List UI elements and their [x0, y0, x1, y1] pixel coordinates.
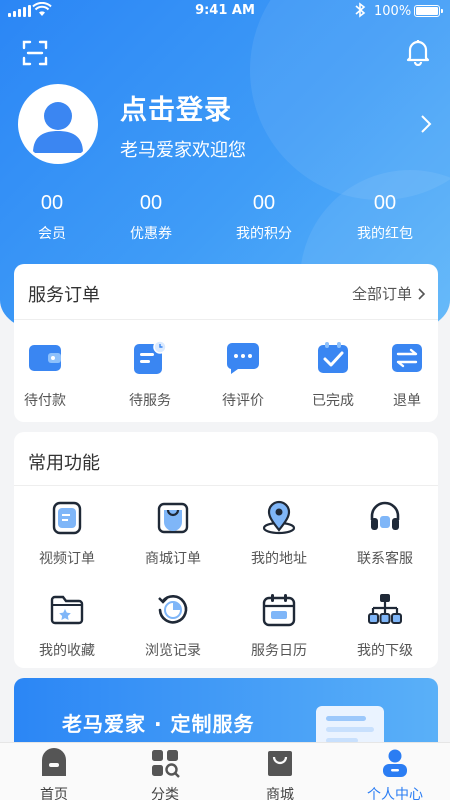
org-chart-icon — [368, 594, 402, 624]
order-completed[interactable]: 已完成 — [291, 340, 375, 410]
login-title[interactable]: 点击登录 — [120, 88, 232, 127]
stat-value: 00 — [139, 192, 163, 214]
avatar-placeholder-icon — [33, 102, 83, 153]
stat-points[interactable]: 00 我的积分 — [219, 192, 309, 243]
history-icon — [158, 595, 188, 624]
mall-order-icon — [157, 502, 189, 534]
home-icon — [42, 748, 66, 776]
tab-category[interactable]: 分类 — [109, 743, 221, 800]
bottom-tab-bar: 首页 分类 商城 个人中心 — [0, 742, 450, 800]
stat-label: 我的红包 — [357, 226, 413, 242]
func-label: 视频订单 — [39, 551, 95, 567]
all-orders-label: 全部订单 — [351, 285, 412, 303]
category-icon — [152, 750, 180, 778]
chevron-right-icon — [418, 287, 426, 300]
service-orders-header: 服务订单 全部订单 — [14, 264, 438, 320]
user-icon — [383, 749, 407, 777]
avatar[interactable] — [18, 84, 98, 164]
stat-red-packet[interactable]: 00 我的红包 — [340, 192, 430, 243]
func-label: 我的收藏 — [39, 643, 95, 659]
func-my-subordinates[interactable]: 我的下级 — [332, 592, 438, 660]
scan-icon[interactable] — [22, 40, 48, 66]
order-item-label: 待评价 — [222, 393, 264, 409]
service-orders-card: 服务订单 全部订单 待付款 待服务 待评价 已完成 退单 — [14, 264, 438, 422]
func-label: 我的下级 — [357, 643, 413, 659]
stat-coupon[interactable]: 00 优惠券 — [106, 192, 196, 243]
stat-value: 00 — [40, 192, 64, 214]
func-label: 浏览记录 — [145, 643, 201, 659]
func-label: 服务日历 — [251, 643, 307, 659]
func-service-calendar[interactable]: 服务日历 — [226, 592, 332, 660]
order-pending-service[interactable]: 待服务 — [108, 340, 192, 410]
tab-home[interactable]: 首页 — [0, 743, 110, 800]
check-icon — [318, 342, 348, 373]
welcome-text: 老马爱家欢迎您 — [120, 140, 246, 161]
tab-shop[interactable]: 商城 — [224, 743, 336, 800]
tab-label: 首页 — [40, 787, 68, 800]
common-functions-card: 常用功能 视频订单 商城订单 我的地址 联系客服 我的收藏 浏览记录 服务日历 … — [14, 432, 438, 668]
all-orders-link[interactable]: 全部订单 — [352, 283, 426, 304]
stats-row: 00 会员 00 优惠券 00 我的积分 00 我的红包 — [0, 192, 450, 252]
banner-text: 老马爱家 · 定制服务 — [62, 712, 255, 736]
common-functions-header: 常用功能 — [14, 432, 438, 486]
battery-percent: 100% — [374, 4, 412, 19]
battery-icon — [414, 5, 443, 17]
stat-value: 00 — [373, 192, 397, 214]
order-pending-payment[interactable]: 待付款 — [3, 340, 87, 410]
order-item-label: 退单 — [393, 393, 421, 409]
func-label: 我的地址 — [251, 551, 307, 567]
tab-personal-center[interactable]: 个人中心 — [339, 743, 450, 800]
order-item-label: 待服务 — [129, 393, 171, 409]
func-label: 商城订单 — [145, 551, 201, 567]
order-item-label: 待付款 — [24, 393, 66, 409]
shop-bag-icon — [268, 751, 292, 776]
tab-label: 商城 — [266, 787, 294, 800]
bluetooth-icon — [355, 2, 366, 18]
clock-doc-icon — [134, 340, 167, 374]
order-refund[interactable]: 退单 — [365, 340, 449, 410]
func-label: 联系客服 — [357, 551, 413, 567]
video-order-icon — [52, 501, 82, 535]
chat-icon — [226, 343, 259, 374]
headset-icon — [370, 501, 400, 530]
func-my-favorites[interactable]: 我的收藏 — [14, 592, 120, 660]
stat-value: 00 — [252, 192, 276, 214]
favorite-folder-icon — [50, 595, 84, 625]
tab-label: 分类 — [151, 787, 179, 800]
stat-member[interactable]: 00 会员 — [7, 192, 97, 243]
func-mall-order[interactable]: 商城订单 — [120, 500, 226, 568]
tab-label: 个人中心 — [367, 787, 423, 800]
order-pending-review[interactable]: 待评价 — [201, 340, 285, 410]
order-item-label: 已完成 — [312, 393, 354, 409]
refund-icon — [392, 344, 422, 372]
status-bar: 9:41 AM 100% — [0, 0, 450, 24]
func-my-address[interactable]: 我的地址 — [226, 500, 332, 568]
stat-label: 优惠券 — [130, 226, 172, 242]
wallet-icon — [29, 345, 61, 371]
common-functions-title: 常用功能 — [28, 453, 100, 474]
location-icon — [262, 500, 296, 535]
calendar-icon — [262, 594, 296, 627]
service-orders-title: 服务订单 — [28, 285, 100, 306]
func-browse-history[interactable]: 浏览记录 — [120, 592, 226, 660]
bell-icon[interactable] — [405, 38, 431, 66]
func-customer-service[interactable]: 联系客服 — [332, 500, 438, 568]
stat-label: 我的积分 — [236, 226, 292, 242]
stat-label: 会员 — [38, 226, 66, 242]
chevron-right-icon[interactable] — [420, 114, 432, 134]
func-video-order[interactable]: 视频订单 — [14, 500, 120, 568]
